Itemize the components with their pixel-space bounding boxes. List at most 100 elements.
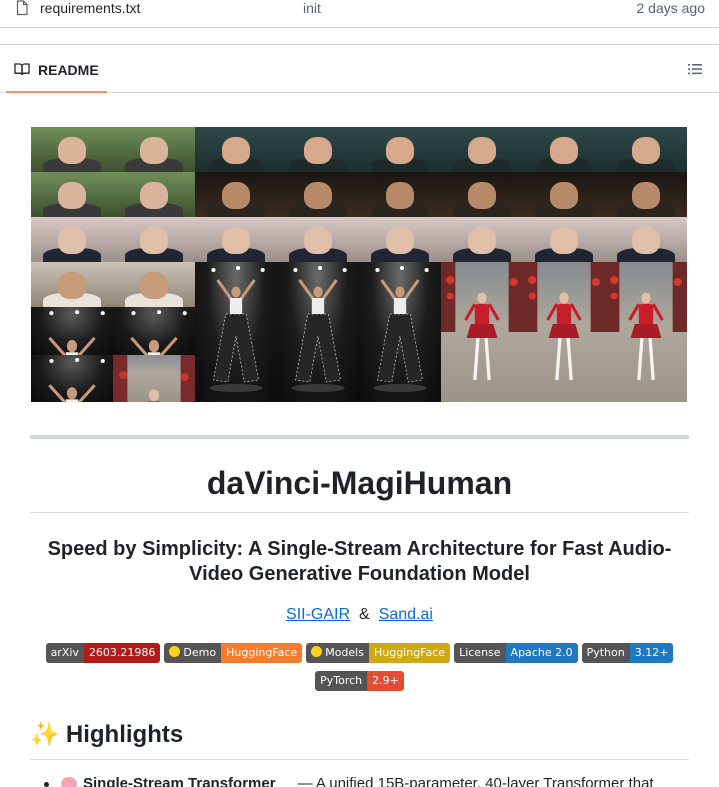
project-subtitle: Speed by Simplicity: A Single-Stream Arc… xyxy=(47,538,672,585)
person-face xyxy=(632,136,660,164)
file-row[interactable]: requirements.txt init 2 days ago xyxy=(0,0,719,28)
person-face xyxy=(140,271,168,299)
file-icon xyxy=(16,0,28,16)
badge-value: 2.9+ xyxy=(367,671,404,691)
video-frame xyxy=(441,172,523,217)
badge-label: Models xyxy=(306,643,369,663)
commit-age: 2 days ago xyxy=(636,0,706,16)
person-face xyxy=(58,181,86,209)
video-frame xyxy=(359,172,441,217)
person-face xyxy=(58,136,86,164)
street-dance-frame xyxy=(605,262,687,402)
bullet-dot xyxy=(44,781,49,787)
badge-python[interactable]: Python 3.12+ xyxy=(581,643,674,663)
badge-label-text: License xyxy=(459,646,501,659)
person-face xyxy=(550,136,578,164)
video-frame xyxy=(195,217,277,262)
person-face xyxy=(304,181,332,209)
person-face xyxy=(386,181,414,209)
video-frame xyxy=(605,172,687,217)
badge-label: License xyxy=(454,643,506,663)
badge-label: Demo xyxy=(164,643,222,663)
person-face xyxy=(140,181,168,209)
highlight-title: Single-Stream Transformer xyxy=(83,776,276,787)
sii-gair-link[interactable]: SII-GAIR xyxy=(286,606,350,623)
video-frame xyxy=(359,217,441,262)
badge-value: HuggingFace xyxy=(368,643,451,663)
person-face xyxy=(468,226,496,254)
highlights-underline xyxy=(30,759,689,760)
person-face xyxy=(550,181,578,209)
video-frame xyxy=(277,217,359,262)
badge-label-text: Python xyxy=(586,646,625,659)
video-frame xyxy=(31,307,113,355)
dance-stage-frame xyxy=(195,262,277,402)
person-face xyxy=(58,226,86,254)
person-face xyxy=(468,136,496,164)
readme-tab[interactable]: README xyxy=(6,45,107,93)
hugging-face-icon xyxy=(169,646,181,657)
highlight-separator: — xyxy=(297,776,313,787)
badge-demo[interactable]: Demo HuggingFace xyxy=(164,643,303,663)
badge-value: HuggingFace xyxy=(221,643,303,663)
person-face xyxy=(222,136,250,164)
street-dance-frame xyxy=(441,262,523,402)
book-icon xyxy=(14,63,30,76)
video-frame xyxy=(523,172,605,217)
file-name-link[interactable]: requirements.txt xyxy=(40,0,140,16)
sand-ai-link[interactable]: Sand.ai xyxy=(379,606,433,623)
title-underline xyxy=(30,512,689,513)
badge-value: 3.12+ xyxy=(629,643,674,663)
badge-label: Python xyxy=(581,643,630,663)
video-frame xyxy=(113,307,195,355)
video-frame xyxy=(441,217,523,262)
badge-value: 2603.21986 xyxy=(83,643,161,663)
badge-license[interactable]: License Apache 2.0 xyxy=(454,643,578,663)
hugging-face-icon xyxy=(311,646,323,657)
commit-message-link[interactable]: init xyxy=(303,0,321,16)
person-face xyxy=(304,136,332,164)
ampersand: & xyxy=(359,606,370,623)
person-face xyxy=(386,136,414,164)
street-dance-frame xyxy=(523,262,605,402)
badge-arxiv[interactable]: arXiv 2603.21986 xyxy=(45,643,161,663)
person-face xyxy=(140,136,168,164)
video-frame xyxy=(31,127,113,172)
person-face xyxy=(222,226,250,254)
badge-label-text: Models xyxy=(325,646,364,659)
badge-row: arXiv 2603.21986 Demo HuggingFace Models Hugg… xyxy=(30,643,689,691)
badge-label: arXiv xyxy=(45,643,84,663)
video-frame xyxy=(113,355,195,402)
badge-value: Apache 2.0 xyxy=(505,643,578,663)
dance-stage-frame xyxy=(277,262,359,402)
highlights-heading: ✨ Highlights xyxy=(30,719,183,751)
badge-label-text: arXiv xyxy=(50,646,79,659)
list-unordered-icon[interactable] xyxy=(687,61,703,77)
sparkles-icon: ✨ xyxy=(30,721,60,748)
video-frame xyxy=(31,355,113,402)
video-frame xyxy=(113,172,195,217)
video-frame xyxy=(441,127,523,172)
highlights-heading-text: Highlights xyxy=(65,721,184,748)
video-frame xyxy=(31,172,113,217)
video-frame xyxy=(195,172,277,217)
badge-label-text: PyTorch xyxy=(320,674,363,687)
person-face xyxy=(58,271,86,299)
badge-pytorch[interactable]: PyTorch 2.9+ xyxy=(315,671,404,691)
dance-stage-frame xyxy=(359,262,441,402)
video-frame xyxy=(31,217,113,262)
video-frame xyxy=(523,127,605,172)
person-face xyxy=(632,226,660,254)
badge-label: PyTorch xyxy=(315,671,368,691)
person-face xyxy=(550,226,578,254)
person-face xyxy=(632,181,660,209)
person-face xyxy=(304,226,332,254)
highlight-description: A unified 15B-parameter, 40-layer Transf… xyxy=(315,776,654,787)
video-frame xyxy=(113,127,195,172)
video-frame xyxy=(523,217,605,262)
hero-collage-image xyxy=(31,127,687,402)
badge-models[interactable]: Models HuggingFace xyxy=(306,643,451,663)
person-face xyxy=(222,181,250,209)
org-links: SII-GAIR & Sand.ai xyxy=(0,605,719,625)
divider xyxy=(30,435,689,439)
